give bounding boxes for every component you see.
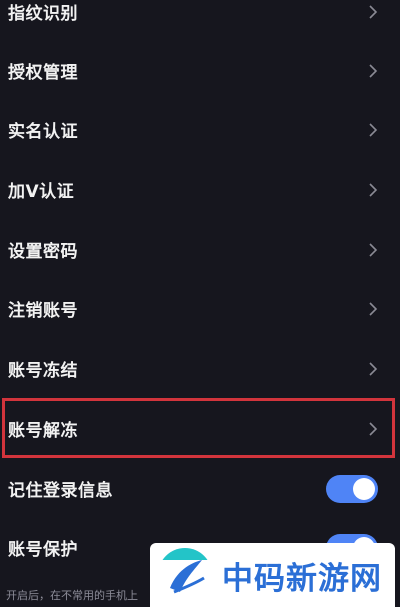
toggle-knob: [353, 477, 375, 500]
settings-item-label: 账号冻结: [8, 361, 78, 381]
account-protection-hint: 开启后，在不常用的手机上: [6, 589, 138, 602]
settings-item-v-verify[interactable]: 加V认证: [0, 160, 400, 219]
chevron-right-icon: [368, 63, 378, 79]
settings-item-unfreeze-account[interactable]: 账号解冻: [0, 399, 400, 458]
chevron-right-icon: [368, 122, 378, 138]
settings-item-set-password[interactable]: 设置密码: [0, 220, 400, 279]
chevron-right-icon: [368, 361, 378, 377]
settings-item-authorization[interactable]: 授权管理: [0, 41, 400, 100]
remember-login-toggle[interactable]: [326, 474, 378, 503]
settings-item-label: 设置密码: [8, 242, 78, 262]
settings-item-fingerprint[interactable]: 指纹识别: [0, 0, 400, 41]
settings-item-remember-login: 记住登录信息: [0, 459, 400, 518]
watermark-banner: 中码新游网: [150, 543, 395, 607]
settings-item-label: 指纹识别: [8, 4, 78, 24]
settings-item-label: 加V认证: [8, 182, 75, 202]
chevron-right-icon: [368, 182, 378, 198]
settings-item-delete-account[interactable]: 注销账号: [0, 279, 400, 338]
chevron-right-icon: [368, 421, 378, 437]
chevron-right-icon: [368, 301, 378, 317]
settings-item-label: 记住登录信息: [8, 481, 113, 501]
settings-item-label: 授权管理: [8, 63, 78, 83]
settings-item-label: 实名认证: [8, 122, 78, 142]
settings-item-realname[interactable]: 实名认证: [0, 100, 400, 159]
watermark-text: 中码新游网: [222, 560, 382, 597]
settings-item-label: 注销账号: [8, 301, 78, 321]
chevron-right-icon: [368, 242, 378, 258]
chevron-right-icon: [368, 4, 378, 20]
settings-item-freeze-account[interactable]: 账号冻结: [0, 339, 400, 398]
settings-item-label: 账号保护: [8, 540, 78, 560]
settings-item-label: 账号解冻: [8, 421, 78, 441]
site-logo-icon: [158, 548, 212, 602]
